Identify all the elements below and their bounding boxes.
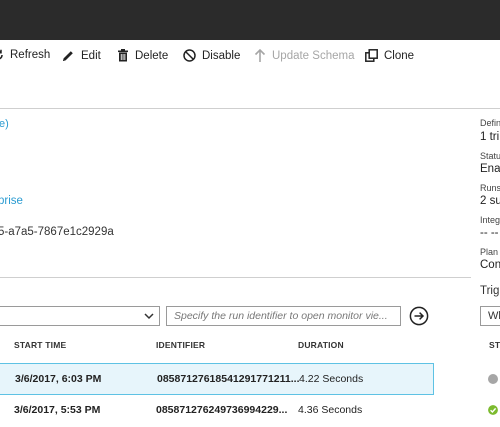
status-succeeded-icon [488,405,498,415]
clone-icon [365,49,378,62]
details-identifier: 5-a7a5-7867e1c2929a [0,226,114,238]
go-arrow-button[interactable] [409,306,429,326]
trash-icon [118,49,128,62]
details-link-2[interactable]: prise [0,195,23,207]
trigger-history-heading: Trig [480,285,500,297]
refresh-label: Refresh [10,49,51,61]
delete-label: Delete [135,49,169,62]
refresh-icon [0,49,3,60]
update-schema-button[interactable]: Update Schema [254,49,354,63]
portal-top-bar [0,0,500,40]
delete-button[interactable]: Delete [117,49,168,62]
runs-filter-dropdown[interactable] [0,306,160,326]
arrow-up-icon [254,49,266,62]
row-duration: 4.36 Seconds [298,404,363,416]
row-identifier: 085871276185412917712​11... [157,373,300,385]
identifier-header[interactable]: IDENTIFIER [156,340,205,350]
refresh-button[interactable]: Refresh [0,49,50,61]
run-identifier-input[interactable] [166,306,401,326]
essentials-divider [0,277,471,278]
edit-label: Edit [81,50,101,62]
trigger-filter-dropdown[interactable]: Wh [480,306,500,326]
row-identifier: 085871276249736994229... [156,404,288,416]
integration-label: Integ [480,215,500,225]
status-value: Enab [480,163,500,175]
table-row[interactable]: 3/6/2017, 6:03 PM 085871276185412917712​… [0,363,434,395]
runs-value: 2 su [480,195,500,207]
disable-icon [183,49,196,62]
definition-label: Defin [480,118,500,128]
runs-label: Runs [480,183,500,193]
clone-label: Clone [384,49,415,62]
clone-button[interactable]: Clone [365,49,414,62]
disable-label: Disable [202,49,241,62]
table-row[interactable]: 3/6/2017, 5:53 PM 085871276249736994229.… [0,395,434,427]
disable-button[interactable]: Disable [183,49,240,62]
toolbar-divider [0,108,500,109]
trigger-status-header: STA [489,340,500,350]
pencil-icon [63,51,73,61]
row-start-time: 3/6/2017, 6:03 PM [15,373,102,385]
integration-value: -- -- [480,227,499,239]
update-schema-label: Update Schema [272,50,355,62]
start-time-header[interactable]: START TIME [14,340,66,350]
row-start-time: 3/6/2017, 5:53 PM [14,404,101,416]
plan-value: Con [480,259,500,271]
definition-value: 1 tri [480,131,500,143]
plan-label: Plan [480,247,499,257]
status-running-icon [488,374,498,384]
duration-header[interactable]: DURATION [298,340,344,350]
status-label: Statu [480,151,500,161]
details-link-1[interactable]: e) [0,118,9,130]
row-duration: 4.22 Seconds [299,373,364,385]
chevron-down-icon [144,313,154,320]
edit-button[interactable]: Edit [61,49,101,63]
